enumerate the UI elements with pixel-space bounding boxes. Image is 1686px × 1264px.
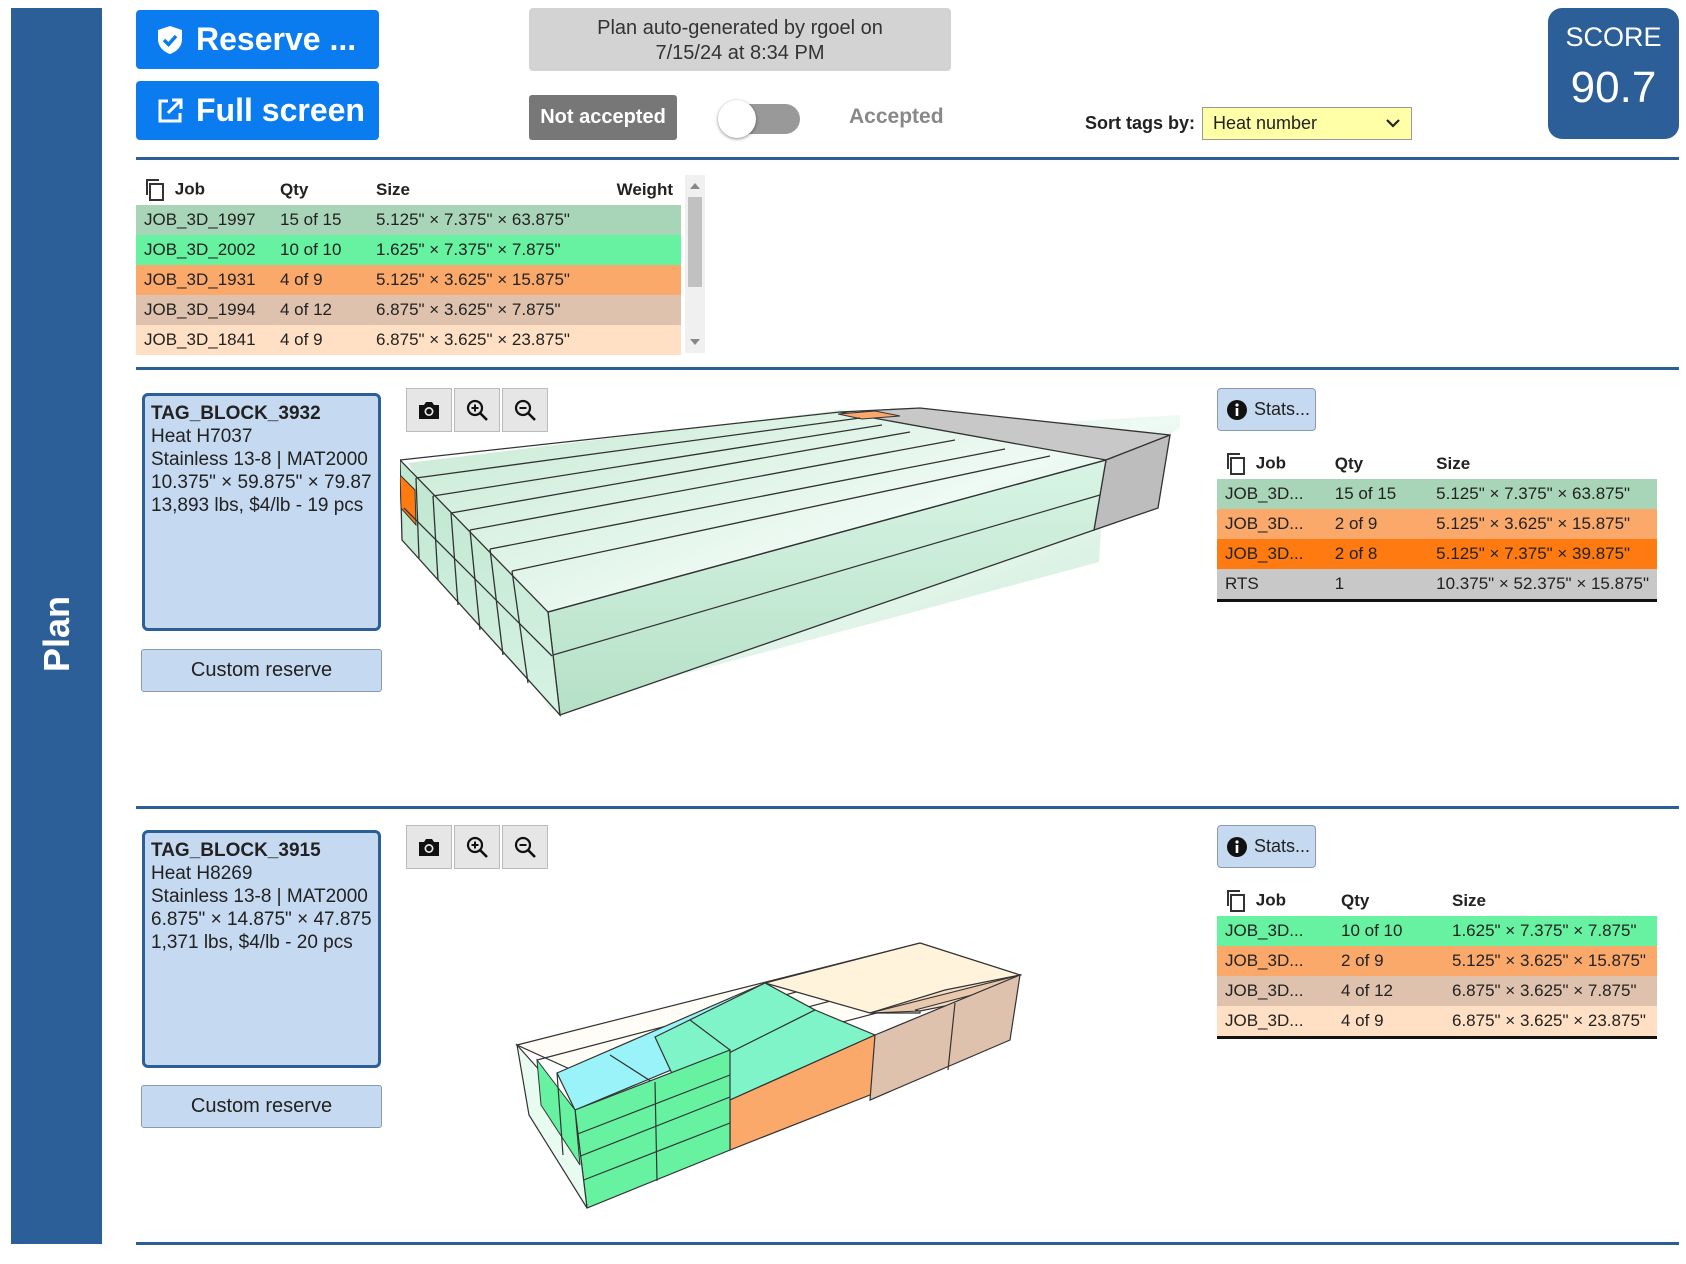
tag-heat: Heat H8269 (151, 863, 253, 884)
custom-reserve-button[interactable]: Custom reserve (141, 1085, 382, 1128)
stats-button[interactable]: Stats... (1217, 825, 1316, 868)
accepted-label: Accepted (849, 105, 944, 128)
sort-select[interactable]: Heat number (1202, 107, 1412, 140)
table-row[interactable]: JOB_3D... 2 of 8 5.125" × 7.375" × 39.87… (1217, 539, 1657, 569)
scroll-up-arrow-icon[interactable] (690, 183, 700, 189)
sort-select-value: Heat number (1213, 113, 1318, 133)
table-row[interactable]: JOB_3D... 4 of 12 6.875" × 3.625" × 7.87… (1217, 976, 1657, 1006)
table-row[interactable]: JOB_3D... 2 of 9 5.125" × 3.625" × 15.87… (1217, 946, 1657, 976)
stats-button[interactable]: Stats... (1217, 388, 1316, 431)
toggle-knob (718, 100, 756, 138)
stats-button-label: Stats... (1254, 836, 1311, 856)
tag-weight-info: 13,893 lbs, $4/lb - 19 pcs (151, 495, 364, 516)
table-row[interactable]: JOB_3D... 10 of 10 1.625" × 7.375" × 7.8… (1217, 916, 1657, 946)
detail-header-job: Job (1217, 449, 1327, 479)
table-row[interactable]: JOB_3D_2002 10 of 10 1.625" × 7.375" × 7… (136, 235, 681, 265)
table-row[interactable]: RTS 1 10.375" × 52.375" × 15.875" (1217, 569, 1657, 601)
detail-header-qty: Qty (1334, 454, 1364, 473)
detail-header-size: Size (1452, 891, 1487, 910)
table-row[interactable]: JOB_3D... 2 of 9 5.125" × 3.625" × 15.87… (1217, 509, 1657, 539)
score-box: SCORE 90.7 (1548, 8, 1679, 139)
tag-dims: 6.875" × 14.875" × 47.875 (151, 909, 372, 930)
table-row[interactable]: JOB_3D... 4 of 9 6.875" × 3.625" × 23.87… (1217, 1006, 1657, 1038)
tag-material: Stainless 13-8 | MAT2000 (151, 886, 368, 907)
table-row[interactable]: JOB_3D_1994 4 of 12 6.875" × 3.625" × 7.… (136, 295, 681, 325)
info-icon (1227, 836, 1247, 857)
summary-header-size: Size (376, 180, 411, 199)
tag-weight-info: 1,371 lbs, $4/lb - 20 pcs (151, 932, 353, 953)
sort-label: Sort tags by: (1085, 113, 1196, 133)
divider (136, 367, 1679, 370)
reserve-button-label: Reserve ... (196, 21, 357, 57)
table-row[interactable]: JOB_3D_1931 4 of 9 5.125" × 3.625" × 15.… (136, 265, 681, 295)
info-icon (1227, 399, 1247, 420)
3d-block-viewer[interactable] (515, 935, 1025, 1210)
scroll-thumb[interactable] (688, 197, 702, 287)
tag-dims: 10.375" × 59.875" × 79.87 (151, 472, 372, 493)
accept-toggle[interactable] (718, 100, 801, 138)
not-accepted-button[interactable]: Not accepted (529, 95, 677, 140)
stats-button-label: Stats... (1254, 399, 1311, 419)
summary-table: Job Qty Size Weight JOB_3D_1997 15 of 15… (136, 175, 706, 355)
shield-check-icon (158, 25, 182, 54)
zoom-in-button[interactable] (454, 825, 500, 869)
tag-heat: Heat H7037 (151, 426, 253, 447)
block-detail-table: Job Qty Size JOB_3D... 15 of 15 5.125" ×… (1217, 449, 1657, 602)
camera-icon (419, 839, 439, 856)
tag-card[interactable]: TAG_BLOCK_3932 Heat H7037 Stainless 13-8… (142, 393, 381, 631)
plan-info-line2: 7/15/24 at 8:34 PM (655, 42, 825, 64)
tag-name: TAG_BLOCK_3932 (151, 403, 321, 424)
summary-header-job: Job (136, 175, 272, 205)
sidebar: Plan (11, 8, 102, 1244)
summary-scrollbar[interactable] (685, 175, 705, 353)
divider (136, 806, 1679, 809)
plan-info-box: Plan auto-generated by rgoel on 7/15/24 … (529, 8, 951, 71)
block-detail-table: Job Qty Size JOB_3D... 10 of 10 1.625" ×… (1217, 886, 1657, 1039)
summary-header-weight: Weight (616, 180, 673, 199)
copy-icon[interactable] (144, 178, 166, 202)
zoom-out-button[interactable] (502, 825, 548, 869)
fullscreen-button[interactable]: Full screen (136, 81, 379, 140)
copy-icon[interactable] (1225, 452, 1247, 476)
custom-reserve-button[interactable]: Custom reserve (141, 649, 382, 692)
sidebar-title: Plan (35, 595, 77, 673)
tag-name: TAG_BLOCK_3915 (151, 840, 321, 861)
table-row[interactable]: JOB_3D... 15 of 15 5.125" × 7.375" × 63.… (1217, 479, 1657, 509)
zoom-in-icon (466, 836, 488, 858)
summary-header-qty: Qty (280, 180, 309, 199)
table-row[interactable]: JOB_3D_1841 4 of 9 6.875" × 3.625" × 23.… (136, 325, 681, 355)
score-value: 90.7 (1570, 63, 1657, 112)
tag-material: Stainless 13-8 | MAT2000 (151, 449, 368, 470)
table-row[interactable]: JOB_3D_1997 15 of 15 5.125" × 7.375" × 6… (136, 205, 681, 235)
detail-header-size: Size (1436, 454, 1471, 473)
divider (136, 1242, 1679, 1245)
score-label: SCORE (1565, 22, 1662, 52)
detail-header-job: Job (1217, 886, 1333, 916)
tag-card[interactable]: TAG_BLOCK_3915 Heat H8269 Stainless 13-8… (142, 830, 381, 1068)
divider (136, 157, 1679, 160)
copy-icon[interactable] (1225, 889, 1247, 913)
reserve-button[interactable]: Reserve ... (136, 10, 379, 69)
fullscreen-button-label: Full screen (196, 92, 365, 128)
plan-info-line1: Plan auto-generated by rgoel on (597, 17, 883, 39)
3d-block-viewer[interactable] (400, 400, 1180, 780)
scroll-down-arrow-icon[interactable] (690, 339, 700, 345)
zoom-out-icon (514, 836, 536, 858)
chevron-down-icon (1386, 119, 1400, 128)
camera-button[interactable] (406, 825, 452, 869)
external-link-icon (158, 98, 183, 122)
detail-header-qty: Qty (1341, 891, 1370, 910)
